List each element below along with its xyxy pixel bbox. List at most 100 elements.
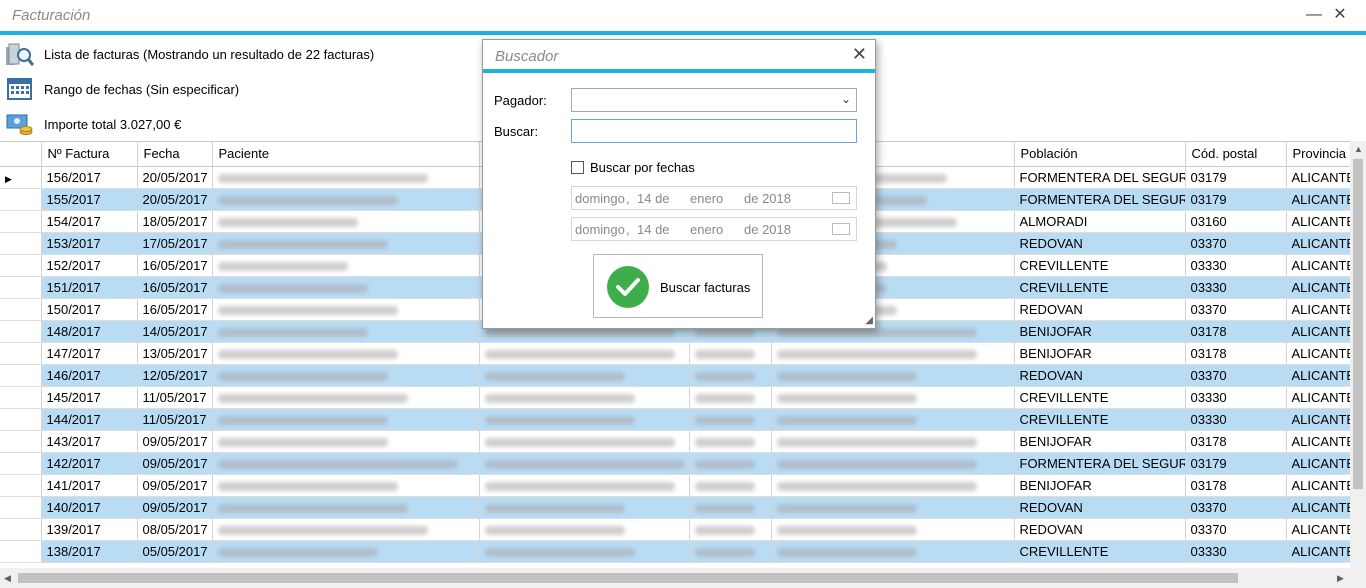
date-to-picker[interactable]: domingo , 14 de enero de 2018 xyxy=(571,217,857,241)
date-cell: 09/05/2017 xyxy=(137,452,213,475)
postal-code-cell: 03330 xyxy=(1185,386,1287,409)
date-cell: 11/05/2017 xyxy=(137,408,213,431)
payer-cell xyxy=(479,496,690,519)
current-row-arrow-icon: ▶ xyxy=(5,173,12,184)
redacted-text xyxy=(217,481,398,491)
row-selector[interactable] xyxy=(0,540,42,563)
id-cell xyxy=(689,364,772,387)
row-selector[interactable] xyxy=(0,452,42,475)
redacted-text xyxy=(217,195,398,205)
town-cell: REDOVAN xyxy=(1014,496,1186,519)
scroll-left-icon[interactable]: ◀ xyxy=(4,573,11,584)
table-row[interactable]: 144/2017 11/05/2017 CREVILLENTE 03330 ALICAN… xyxy=(0,408,1350,431)
table-row[interactable]: 146/2017 12/05/2017 REDOVAN 03370 ALICANTE xyxy=(0,364,1350,387)
payer-cell xyxy=(479,452,690,475)
invoice-number-cell: 155/2017 xyxy=(41,188,138,211)
row-selector[interactable] xyxy=(0,188,42,211)
payer-cell xyxy=(479,386,690,409)
row-selector[interactable] xyxy=(0,474,42,497)
row-selector[interactable] xyxy=(0,430,42,453)
close-icon[interactable]: ✕ xyxy=(1329,5,1351,27)
row-selector[interactable] xyxy=(0,232,42,255)
search-input[interactable] xyxy=(571,119,857,143)
invoice-number-cell: 140/2017 xyxy=(41,496,138,519)
redacted-text xyxy=(217,327,368,337)
table-row[interactable]: 145/2017 11/05/2017 CREVILLENTE 03330 ALICAN… xyxy=(0,386,1350,409)
table-row[interactable]: 147/2017 13/05/2017 BENIJOFAR 03178 ALICANTE xyxy=(0,342,1350,365)
invoice-number-cell: 141/2017 xyxy=(41,474,138,497)
patient-cell xyxy=(212,188,480,211)
row-selector[interactable]: ▶ xyxy=(0,166,42,189)
vertical-scrollbar[interactable]: ▲ xyxy=(1350,141,1366,568)
search-dialog: Buscador ✕ Pagador: ⌄ Buscar: Buscar por… xyxy=(482,39,876,329)
column-header[interactable]: Cód. postal xyxy=(1185,142,1287,167)
column-header[interactable]: Fecha xyxy=(137,142,213,167)
vertical-scroll-thumb[interactable] xyxy=(1353,159,1363,489)
town-cell: CREVILLENTE xyxy=(1014,276,1186,299)
table-row[interactable]: 140/2017 09/05/2017 REDOVAN 03370 ALICANTE xyxy=(0,496,1350,519)
minimize-icon[interactable]: — xyxy=(1303,5,1325,27)
column-header[interactable]: Provincia xyxy=(1286,142,1350,167)
calendar-dropdown-icon[interactable] xyxy=(832,223,850,235)
row-selector[interactable] xyxy=(0,276,42,299)
redacted-text xyxy=(217,547,378,557)
search-invoices-button[interactable]: Buscar facturas xyxy=(593,254,763,318)
date-filter-checkbox[interactable] xyxy=(571,161,584,174)
date-filter-label[interactable]: Buscar por fechas xyxy=(590,160,695,175)
id-cell xyxy=(689,386,772,409)
patient-cell xyxy=(212,474,480,497)
table-row[interactable]: 142/2017 09/05/2017 FORMENTERA DEL SEGURA 0… xyxy=(0,452,1350,475)
redacted-text xyxy=(217,525,428,535)
column-header[interactable]: Nº Factura xyxy=(41,142,138,167)
row-selector[interactable] xyxy=(0,386,42,409)
redacted-text xyxy=(694,459,755,469)
redacted-text xyxy=(694,481,755,491)
address-cell xyxy=(771,408,1015,431)
row-selector[interactable] xyxy=(0,298,42,321)
row-selector[interactable] xyxy=(0,364,42,387)
province-cell: ALICANTE xyxy=(1286,254,1350,277)
id-cell xyxy=(689,408,772,431)
row-selector[interactable] xyxy=(0,518,42,541)
province-cell: ALICANTE xyxy=(1286,408,1350,431)
row-selector[interactable] xyxy=(0,496,42,519)
row-selector[interactable] xyxy=(0,254,42,277)
calendar-dropdown-icon[interactable] xyxy=(832,192,850,204)
scroll-up-icon[interactable]: ▲ xyxy=(1354,144,1363,154)
window-titlebar: Facturación — ✕ xyxy=(0,0,1366,31)
redacted-text xyxy=(217,415,388,425)
horizontal-scrollbar[interactable]: ◀ ▶ xyxy=(0,568,1366,588)
table-row[interactable]: 141/2017 09/05/2017 BENIJOFAR 03178 ALICANTE xyxy=(0,474,1350,497)
column-header[interactable]: Paciente xyxy=(212,142,480,167)
row-selector[interactable] xyxy=(0,408,42,431)
redacted-text xyxy=(484,393,635,403)
redacted-text xyxy=(217,239,388,249)
province-cell: ALICANTE xyxy=(1286,452,1350,475)
redacted-text xyxy=(776,437,977,447)
address-cell xyxy=(771,364,1015,387)
redacted-text xyxy=(484,371,625,381)
row-selector[interactable] xyxy=(0,320,42,343)
scroll-right-icon[interactable]: ▶ xyxy=(1337,573,1344,584)
province-cell: ALICANTE xyxy=(1286,342,1350,365)
horizontal-scroll-thumb[interactable] xyxy=(18,573,1238,583)
postal-code-cell: 03178 xyxy=(1185,320,1287,343)
payer-select[interactable]: ⌄ xyxy=(571,88,857,112)
postal-code-cell: 03178 xyxy=(1185,474,1287,497)
chevron-down-icon[interactable]: ⌄ xyxy=(841,92,851,106)
table-row[interactable]: 143/2017 09/05/2017 BENIJOFAR 03178 ALICANTE xyxy=(0,430,1350,453)
row-selector[interactable] xyxy=(0,342,42,365)
row-selector[interactable] xyxy=(0,210,42,233)
resize-grip-icon[interactable]: ◢ xyxy=(865,315,873,326)
payer-cell xyxy=(479,430,690,453)
province-cell: ALICANTE xyxy=(1286,518,1350,541)
date-from-picker[interactable]: domingo , 14 de enero de 2018 xyxy=(571,186,857,210)
patient-cell xyxy=(212,452,480,475)
table-row[interactable]: 139/2017 08/05/2017 REDOVAN 03370 ALICANTE xyxy=(0,518,1350,541)
redacted-text xyxy=(217,393,408,403)
payer-cell xyxy=(479,408,690,431)
redacted-text xyxy=(776,547,917,557)
table-row[interactable]: 138/2017 05/05/2017 CREVILLENTE 03330 ALICAN… xyxy=(0,540,1350,563)
dialog-close-icon[interactable]: ✕ xyxy=(852,44,867,65)
column-header[interactable]: Población xyxy=(1014,142,1186,167)
